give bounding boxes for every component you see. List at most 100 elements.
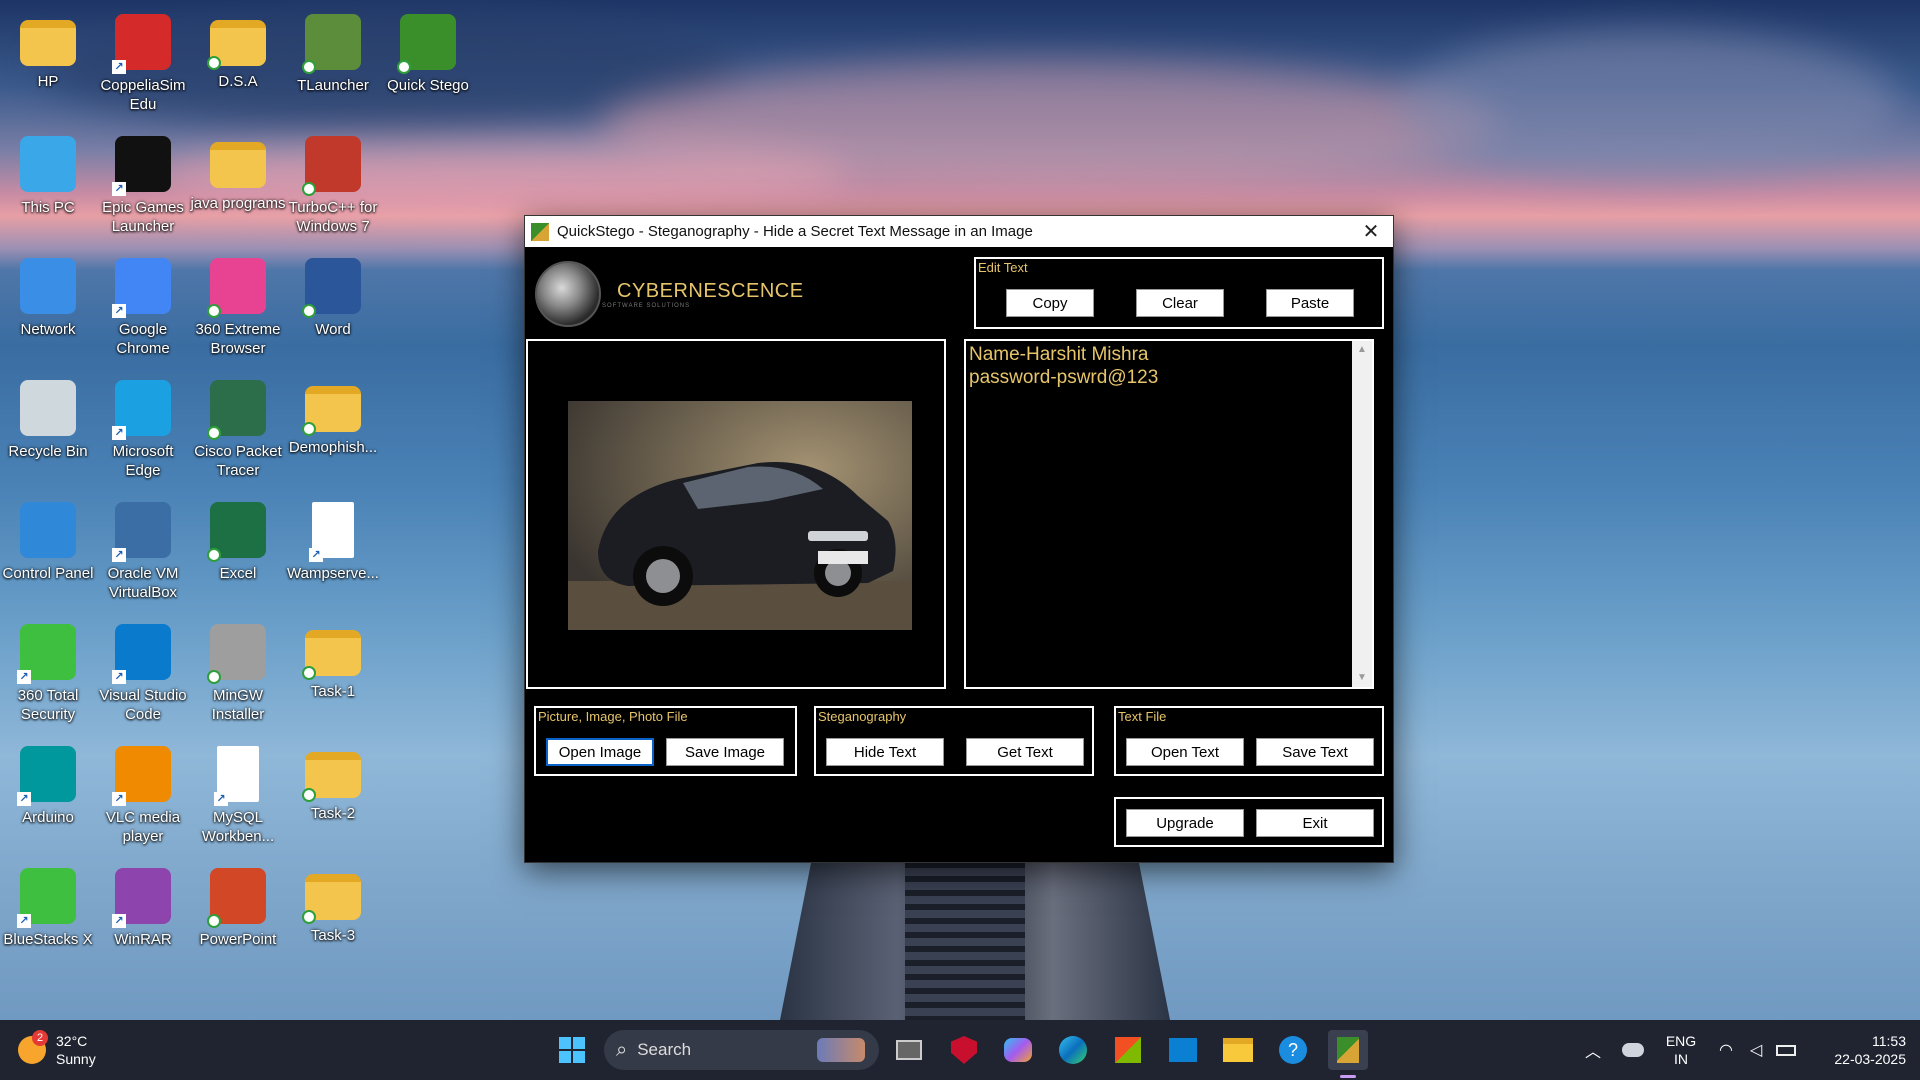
save-text-button[interactable]: Save Text: [1256, 738, 1374, 766]
text-file-group-title: Text File: [1118, 709, 1167, 724]
clock[interactable]: 11:53 22-03-2025: [1810, 1032, 1906, 1068]
quickstego-taskbar-button[interactable]: [1328, 1030, 1368, 1070]
myhp-button[interactable]: [1163, 1030, 1203, 1070]
virtualbox-icon: ↗: [112, 502, 171, 562]
desktop-icon[interactable]: Cisco Packet Tracer: [190, 372, 286, 482]
file-explorer-button[interactable]: [1218, 1030, 1258, 1070]
desktop-icon-label: Quick Stego: [387, 77, 469, 94]
sync-check-icon: [302, 182, 316, 196]
save-image-button[interactable]: Save Image: [666, 738, 784, 766]
edit-text-title: Edit Text: [978, 260, 1028, 275]
desktop-icon[interactable]: ↗ 360 Total Security: [0, 616, 96, 726]
wifi-icon[interactable]: ◠: [1715, 1030, 1737, 1070]
help-button[interactable]: ?: [1273, 1030, 1313, 1070]
scroll-down-arrow-icon[interactable]: ▼: [1352, 669, 1372, 687]
desktop-icon[interactable]: ↗ CoppeliaSim Edu: [95, 6, 191, 116]
sync-check-icon: [207, 426, 221, 440]
desktop-icon[interactable]: ↗ Visual Studio Code: [95, 616, 191, 726]
store-button[interactable]: [1108, 1030, 1148, 1070]
text-scrollbar[interactable]: ▲ ▼: [1352, 341, 1372, 687]
desktop-icon[interactable]: TLauncher: [285, 6, 381, 116]
taskbar-search[interactable]: ⌕ Search: [604, 1030, 879, 1070]
desktop-icon[interactable]: ↗ BlueStacks X: [0, 860, 96, 970]
tray-overflow-chevron-icon[interactable]: ︿: [1582, 1030, 1604, 1070]
language-indicator[interactable]: ENG IN: [1660, 1032, 1702, 1068]
folder-icon: [302, 752, 361, 802]
desktop-icon[interactable]: Task-1: [285, 616, 381, 726]
open-text-button[interactable]: Open Text: [1126, 738, 1244, 766]
onedrive-tray-button[interactable]: [1620, 1030, 1646, 1070]
desktop-icon[interactable]: ↗ VLC media player: [95, 738, 191, 848]
desktop-icon[interactable]: Excel: [190, 494, 286, 604]
exit-button[interactable]: Exit: [1256, 809, 1374, 837]
upgrade-button[interactable]: Upgrade: [1126, 809, 1244, 837]
clock-date: 22-03-2025: [1834, 1051, 1906, 1067]
recycle-bin-icon: [20, 380, 76, 436]
desktop-icon-label: Task-1: [310, 683, 356, 700]
desktop-icon-label: Google Chrome: [116, 321, 170, 357]
desktop-icon[interactable]: ↗ Google Chrome: [95, 250, 191, 360]
desktop-icon[interactable]: HP: [0, 6, 96, 116]
desktop-icon[interactable]: 360 Extreme Browser: [190, 250, 286, 360]
quickstego-icon: [1337, 1037, 1359, 1063]
close-button[interactable]: ✕: [1349, 216, 1393, 247]
folder-icon: [207, 20, 266, 70]
desktop-icon[interactable]: Quick Stego: [380, 6, 476, 116]
hide-text-button[interactable]: Hide Text: [826, 738, 944, 766]
clear-button[interactable]: Clear: [1136, 289, 1224, 317]
coppeliasim-icon: ↗: [112, 14, 171, 74]
quickstego-icon: [397, 14, 456, 74]
desktop-icon[interactable]: PowerPoint: [190, 860, 286, 970]
weather-widget[interactable]: 2 32°C Sunny: [18, 1030, 138, 1070]
open-image-button[interactable]: Open Image: [546, 738, 654, 766]
desktop-icon[interactable]: Recycle Bin: [0, 372, 96, 482]
desktop-icon[interactable]: MinGW Installer: [190, 616, 286, 726]
powerpoint-icon: [207, 868, 266, 928]
desktop-icon[interactable]: TurboC++ for Windows 7: [285, 128, 381, 238]
secret-text-area[interactable]: Name-Harshit Mishra password-pswrd@123: [966, 341, 1352, 687]
desktop-icon-label: TLauncher: [297, 77, 369, 94]
desktop-icon[interactable]: Demophish...: [285, 372, 381, 482]
desktop-icon[interactable]: Task-2: [285, 738, 381, 848]
task-view-button[interactable]: [889, 1030, 929, 1070]
chrome-icon: ↗: [112, 258, 171, 318]
desktop-icon[interactable]: ↗ Oracle VM VirtualBox: [95, 494, 191, 604]
secret-text-pane: Name-Harshit Mishra password-pswrd@123 ▲…: [964, 339, 1374, 689]
copy-button[interactable]: Copy: [1006, 289, 1094, 317]
battery-tray[interactable]: [1774, 1030, 1798, 1070]
desktop-icon[interactable]: ↗ Microsoft Edge: [95, 372, 191, 482]
desktop-icon[interactable]: ↗ Arduino: [0, 738, 96, 848]
desktop-icon[interactable]: D.S.A: [190, 6, 286, 116]
get-text-button[interactable]: Get Text: [966, 738, 1084, 766]
desktop-icon-label: WinRAR: [114, 931, 172, 948]
volume-icon[interactable]: ◁: [1745, 1030, 1767, 1070]
desktop-icon[interactable]: Network: [0, 250, 96, 360]
desktop-icon[interactable]: Task-3: [285, 860, 381, 970]
copilot-button[interactable]: [998, 1030, 1038, 1070]
scroll-up-arrow-icon[interactable]: ▲: [1352, 341, 1372, 359]
title-bar[interactable]: QuickStego - Steganography - Hide a Secr…: [525, 216, 1393, 247]
vlc-icon: ↗: [112, 746, 171, 806]
quickstego-app-icon: [531, 222, 549, 241]
quickstego-window: QuickStego - Steganography - Hide a Secr…: [524, 215, 1394, 863]
edge-icon: ↗: [112, 380, 171, 440]
desktop-icon[interactable]: ↗ WinRAR: [95, 860, 191, 970]
car-image: [568, 401, 912, 630]
desktop-icon[interactable]: Word: [285, 250, 381, 360]
desktop-icon[interactable]: This PC: [0, 128, 96, 238]
start-button[interactable]: [552, 1030, 592, 1070]
desktop-icon[interactable]: Control Panel: [0, 494, 96, 604]
desktop-icon[interactable]: java programs: [190, 128, 286, 238]
mcafee-button[interactable]: [944, 1030, 984, 1070]
paste-button[interactable]: Paste: [1266, 289, 1354, 317]
shortcut-arrow-icon: ↗: [112, 670, 126, 684]
desktop-icon[interactable]: ↗ MySQL Workben...: [190, 738, 286, 848]
task-view-icon: [896, 1040, 922, 1060]
taskbar: 2 32°C Sunny ⌕ Search ? ︿ ENG IN ◠ ◁ 11:…: [0, 1020, 1920, 1080]
edge-taskbar-button[interactable]: [1053, 1030, 1093, 1070]
language-region: IN: [1674, 1051, 1688, 1067]
desktop-icon[interactable]: ↗ Wampserve...: [285, 494, 381, 604]
sync-check-icon: [302, 666, 316, 680]
desktop-icon[interactable]: ↗ Epic Games Launcher: [95, 128, 191, 238]
sync-check-icon: [302, 304, 316, 318]
